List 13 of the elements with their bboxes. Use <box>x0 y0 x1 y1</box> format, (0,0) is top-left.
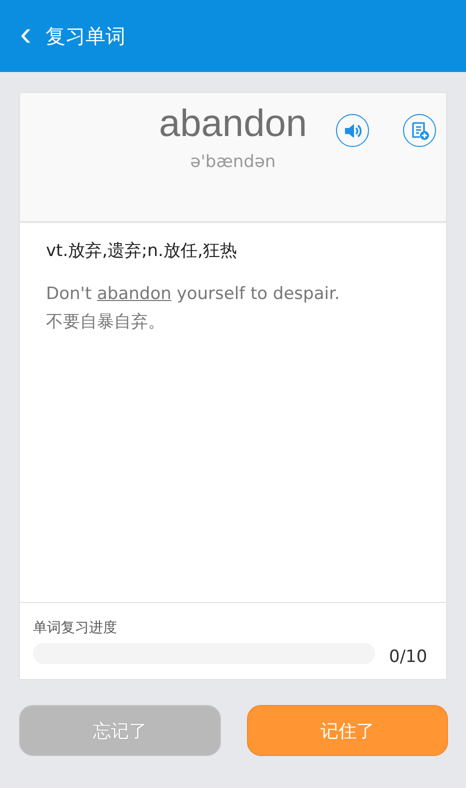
forgot-button[interactable]: 忘记了 <box>19 705 220 756</box>
phonetic-text: ə'bændən <box>190 152 276 172</box>
page-title: 复习单词 <box>45 22 126 50</box>
word-text: abandon <box>159 103 307 146</box>
back-button[interactable]: ‹ <box>16 17 36 55</box>
remembered-button[interactable]: 记住了 <box>246 705 448 756</box>
add-note-icon[interactable] <box>403 114 436 147</box>
example-translation: 不要自暴自弃。 <box>46 311 166 333</box>
progress-count: 0/10 <box>389 647 428 667</box>
example-sentence: Don't abandon yourself to despair. <box>46 284 341 304</box>
speaker-icon[interactable] <box>336 114 369 147</box>
progress-label: 单词复习进度 <box>33 619 118 637</box>
definition-text: vt.放弃,遗弃;n.放任,狂热 <box>46 240 238 262</box>
